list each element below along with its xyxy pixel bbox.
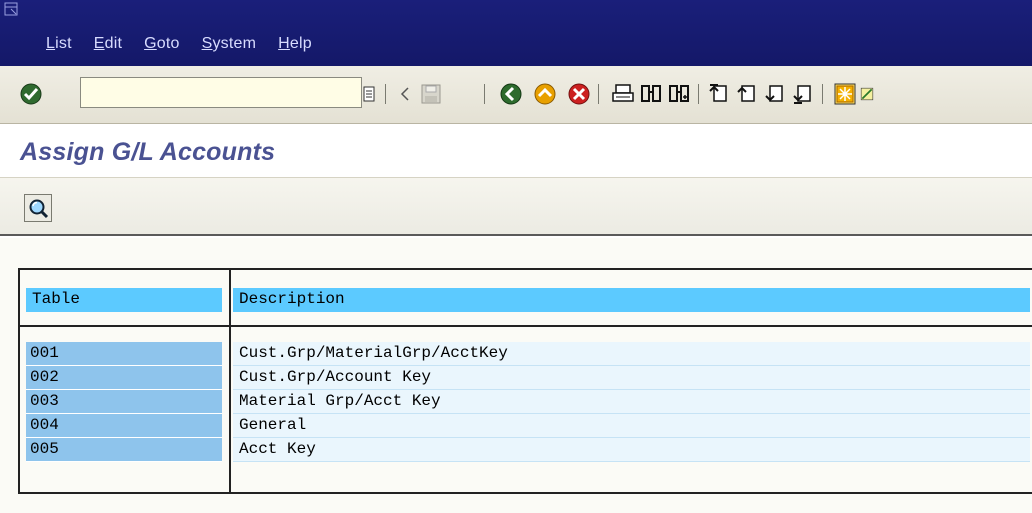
details-magnify-button[interactable] <box>24 194 52 222</box>
table-row[interactable]: 005 Acct Key <box>20 438 1032 462</box>
table-list: Table Description 001 Cust.Grp/MaterialG… <box>18 268 1032 494</box>
find-icon[interactable] <box>638 81 664 107</box>
enter-check-icon[interactable] <box>18 81 44 107</box>
title-area: Assign G/L Accounts <box>0 124 1032 178</box>
header-separator <box>20 325 1032 327</box>
previous-page-icon[interactable] <box>734 81 760 107</box>
details-magnify-icon <box>29 199 49 219</box>
menu-accel: H <box>278 35 290 52</box>
print-icon[interactable] <box>610 81 636 107</box>
next-page-icon[interactable] <box>762 81 788 107</box>
save-icon[interactable] <box>418 81 444 107</box>
last-page-icon[interactable] <box>790 81 816 107</box>
header-table: Table <box>26 288 222 312</box>
description-cell[interactable]: General <box>233 414 1030 438</box>
menu-accel: S <box>201 35 213 52</box>
table-row[interactable]: 001 Cust.Grp/MaterialGrp/AcctKey <box>20 342 1032 366</box>
table-cell[interactable]: 003 <box>26 390 222 414</box>
command-field[interactable] <box>80 77 362 108</box>
menu-accel: L <box>46 35 56 52</box>
menu-bar: List Edit Goto System Help <box>0 0 1032 66</box>
application-toolbar <box>0 178 1032 236</box>
menu-label: dit <box>104 35 123 52</box>
menu-edit[interactable]: Edit <box>94 35 122 53</box>
header-description: Description <box>233 288 1030 312</box>
standard-toolbar <box>0 66 1032 124</box>
description-cell[interactable]: Material Grp/Acct Key <box>233 390 1030 414</box>
system-menu-icon[interactable] <box>4 2 18 16</box>
exit-icon[interactable] <box>532 81 558 107</box>
menu-label: oto <box>156 35 180 52</box>
menu-label: ist <box>55 35 72 52</box>
menu-help[interactable]: Help <box>278 35 312 53</box>
back-icon[interactable] <box>498 81 524 107</box>
table-cell[interactable]: 004 <box>26 414 222 438</box>
menu-system[interactable]: System <box>202 35 257 53</box>
menu-list[interactable]: List <box>46 35 72 53</box>
table-row[interactable]: 002 Cust.Grp/Account Key <box>20 366 1032 390</box>
command-history-icon[interactable] <box>356 81 382 107</box>
menu-accel: E <box>93 35 105 52</box>
table-row[interactable]: 003 Material Grp/Acct Key <box>20 390 1032 414</box>
menu-accel: G <box>144 35 157 52</box>
menu-goto[interactable]: Goto <box>144 35 180 53</box>
cancel-icon[interactable] <box>566 81 592 107</box>
description-cell[interactable]: Cust.Grp/Account Key <box>233 366 1030 390</box>
back-arrow-icon[interactable] <box>392 81 418 107</box>
menu-label: ystem <box>212 35 257 52</box>
description-cell[interactable]: Acct Key <box>233 438 1030 462</box>
first-page-icon[interactable] <box>706 81 732 107</box>
create-session-icon[interactable] <box>832 81 858 107</box>
find-next-icon[interactable] <box>666 81 692 107</box>
layout-menu-icon[interactable] <box>860 81 874 107</box>
page-title: Assign G/L Accounts <box>20 138 276 166</box>
table-cell[interactable]: 001 <box>26 342 222 366</box>
menu-label: elp <box>289 35 312 52</box>
table-cell[interactable]: 005 <box>26 438 222 462</box>
description-cell[interactable]: Cust.Grp/MaterialGrp/AcctKey <box>233 342 1030 366</box>
list-area: Table Description 001 Cust.Grp/MaterialG… <box>0 238 1032 513</box>
table-row[interactable]: 004 General <box>20 414 1032 438</box>
table-cell[interactable]: 002 <box>26 366 222 390</box>
